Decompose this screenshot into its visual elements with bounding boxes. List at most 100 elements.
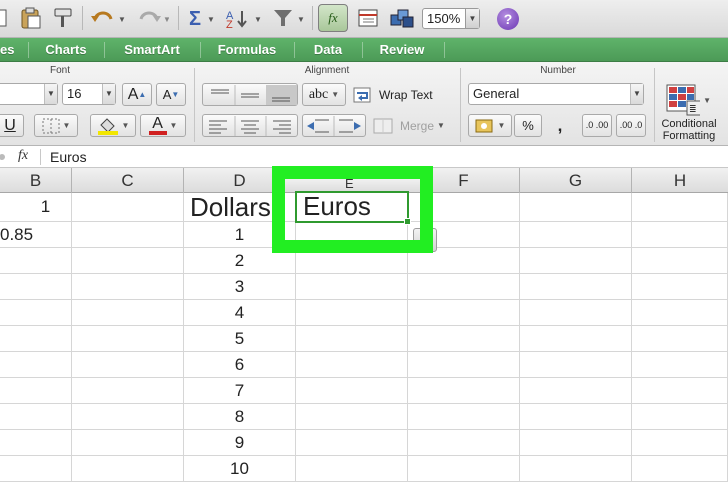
- name-box-dropdown-icon[interactable]: [0, 152, 10, 162]
- accounting-format-button[interactable]: ▼: [468, 114, 512, 137]
- conditional-formatting-button[interactable]: ≣ ▼: [662, 80, 712, 120]
- toolbox-icon[interactable]: [354, 5, 382, 31]
- cell-c4[interactable]: [72, 274, 184, 300]
- help-button[interactable]: ?: [497, 8, 519, 30]
- fill-color-button[interactable]: ▼: [90, 114, 136, 137]
- sort-icon[interactable]: A Z ▼: [224, 5, 264, 31]
- chevron-down-icon[interactable]: ▼: [465, 9, 479, 28]
- formula-input[interactable]: Euros: [50, 149, 87, 165]
- cell-h8[interactable]: [632, 378, 728, 404]
- cell-c11[interactable]: [72, 456, 184, 482]
- cell-b7[interactable]: [0, 352, 72, 378]
- tab-data[interactable]: Data: [296, 38, 360, 62]
- cell-b5[interactable]: [0, 300, 72, 326]
- cell-b8[interactable]: [0, 378, 72, 404]
- cell-d8[interactable]: 7: [184, 378, 296, 404]
- cell-g9[interactable]: [520, 404, 632, 430]
- cell-f11[interactable]: [408, 456, 520, 482]
- cell-e6[interactable]: [296, 326, 408, 352]
- cell-f8[interactable]: [408, 378, 520, 404]
- cell-d4[interactable]: 3: [184, 274, 296, 300]
- insert-function-button[interactable]: fx: [318, 4, 348, 32]
- cell-h7[interactable]: [632, 352, 728, 378]
- cell-d7[interactable]: 6: [184, 352, 296, 378]
- cell-c8[interactable]: [72, 378, 184, 404]
- column-header-c[interactable]: C: [72, 168, 184, 193]
- cell-b6[interactable]: [0, 326, 72, 352]
- cell-g1[interactable]: [520, 193, 632, 222]
- comma-style-button[interactable]: ,: [546, 114, 574, 137]
- autosum-icon[interactable]: Σ ▼: [186, 5, 218, 31]
- cell-f10[interactable]: [408, 430, 520, 456]
- redo-icon[interactable]: ▼: [132, 5, 170, 31]
- fx-icon[interactable]: fx: [18, 148, 28, 164]
- cell-c5[interactable]: [72, 300, 184, 326]
- cell-b2[interactable]: 0.85: [0, 222, 72, 248]
- cell-d11[interactable]: 10: [184, 456, 296, 482]
- font-size-select[interactable]: 16 ▼: [62, 83, 116, 105]
- cell-e9[interactable]: [296, 404, 408, 430]
- column-header-h[interactable]: H: [632, 168, 728, 193]
- cell-b11[interactable]: [0, 456, 72, 482]
- cell-f7[interactable]: [408, 352, 520, 378]
- cell-b10[interactable]: [0, 430, 72, 456]
- column-header-b[interactable]: B: [0, 168, 72, 193]
- cell-h10[interactable]: [632, 430, 728, 456]
- cell-c9[interactable]: [72, 404, 184, 430]
- chevron-down-icon[interactable]: ▼: [102, 84, 115, 104]
- merge-button[interactable]: Merge ▼: [372, 114, 456, 137]
- cell-d10[interactable]: 9: [184, 430, 296, 456]
- tab-formulas[interactable]: Formulas: [202, 38, 292, 62]
- tab-charts[interactable]: Charts: [30, 38, 102, 62]
- zoom-select[interactable]: 150% ▼: [422, 8, 480, 29]
- number-format-select[interactable]: General ▼: [468, 83, 644, 105]
- cell-g3[interactable]: [520, 248, 632, 274]
- cell-f4[interactable]: [408, 274, 520, 300]
- cell-h1[interactable]: [632, 193, 728, 222]
- cell-g6[interactable]: [520, 326, 632, 352]
- indent-group[interactable]: [302, 114, 366, 137]
- grow-font-button[interactable]: A ▲: [122, 83, 152, 106]
- cell-g4[interactable]: [520, 274, 632, 300]
- cell-f6[interactable]: [408, 326, 520, 352]
- tab-tables[interactable]: es: [0, 38, 14, 62]
- cell-h9[interactable]: [632, 404, 728, 430]
- font-color-button[interactable]: A ▼: [140, 114, 186, 137]
- cell-e7[interactable]: [296, 352, 408, 378]
- tab-review[interactable]: Review: [364, 38, 440, 62]
- cell-c2[interactable]: [72, 222, 184, 248]
- cell-h2[interactable]: [632, 222, 728, 248]
- cell-f9[interactable]: [408, 404, 520, 430]
- cell-b4[interactable]: [0, 274, 72, 300]
- cell-g7[interactable]: [520, 352, 632, 378]
- cell-d5[interactable]: 4: [184, 300, 296, 326]
- borders-button[interactable]: ▼: [34, 114, 78, 137]
- cell-d9[interactable]: 8: [184, 404, 296, 430]
- cell-c1[interactable]: [72, 193, 184, 222]
- cell-b1[interactable]: 1: [0, 193, 72, 222]
- underline-button[interactable]: U: [0, 114, 24, 137]
- vertical-align-group[interactable]: [202, 83, 298, 106]
- decrease-decimal-button[interactable]: .00 .0: [616, 114, 646, 137]
- cell-c6[interactable]: [72, 326, 184, 352]
- horizontal-align-group[interactable]: [202, 114, 298, 137]
- cell-e5[interactable]: [296, 300, 408, 326]
- cell-c10[interactable]: [72, 430, 184, 456]
- tab-smartart[interactable]: SmartArt: [106, 38, 198, 62]
- cell-c7[interactable]: [72, 352, 184, 378]
- cell-c3[interactable]: [72, 248, 184, 274]
- cell-h4[interactable]: [632, 274, 728, 300]
- shrink-font-button[interactable]: A ▼: [156, 83, 186, 106]
- chevron-down-icon[interactable]: ▼: [44, 84, 57, 104]
- orientation-button[interactable]: abc ▼: [302, 83, 346, 106]
- cell-e11[interactable]: [296, 456, 408, 482]
- gallery-icon[interactable]: [388, 5, 416, 31]
- cell-h3[interactable]: [632, 248, 728, 274]
- percent-button[interactable]: %: [514, 114, 542, 137]
- cell-e8[interactable]: [296, 378, 408, 404]
- copy-icon[interactable]: [0, 5, 10, 31]
- cell-e10[interactable]: [296, 430, 408, 456]
- cell-e4[interactable]: [296, 274, 408, 300]
- cell-g10[interactable]: [520, 430, 632, 456]
- cell-b3[interactable]: [0, 248, 72, 274]
